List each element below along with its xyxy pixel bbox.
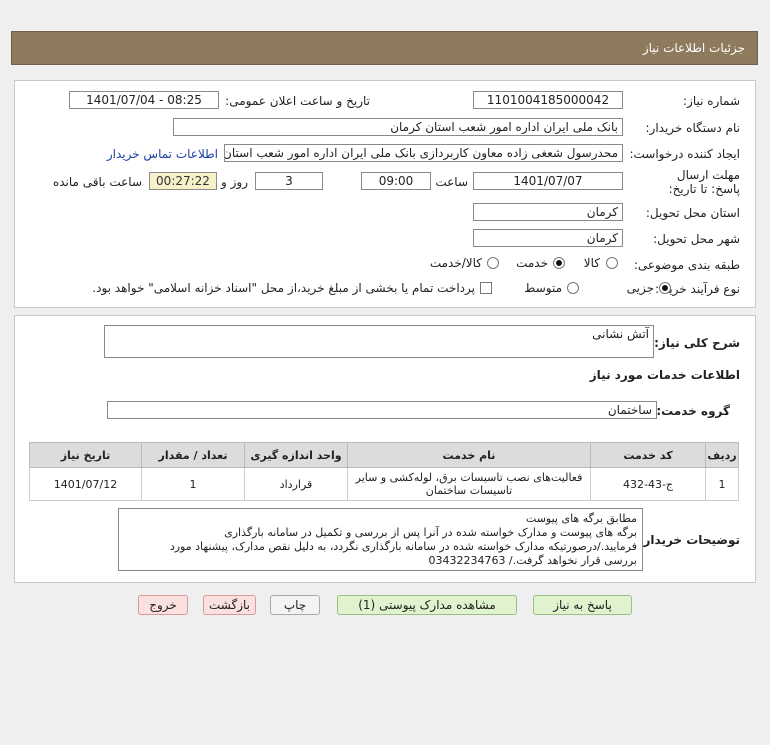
category-radio-goods-service[interactable] [487, 257, 499, 269]
reply-button[interactable]: پاسخ به نیاز [533, 595, 632, 615]
creator-field[interactable]: محدرسول شعغی زاده معاون کاربردازی بانک م… [224, 144, 623, 162]
creator-label: ایجاد کننده درخواست: [629, 147, 740, 161]
buyer-notes-line: بررسی قرار نخواهد گرفت./ 03432234763 [428, 554, 637, 567]
th-name: نام خدمت [347, 442, 591, 468]
province-field[interactable]: کرمان [473, 203, 623, 221]
deadline-date-field[interactable]: 1401/07/07 [473, 172, 623, 190]
buyer-notes-line: برگه های پیوست و مدارک خواسته شده در آنر… [224, 526, 637, 539]
exit-button[interactable]: خروج [138, 595, 188, 615]
summary-field[interactable]: آتش نشانی [104, 325, 654, 358]
cell-row: 1 [705, 467, 739, 501]
city-field[interactable]: کرمان [473, 229, 623, 247]
service-group-label: گروه خدمت: [656, 404, 730, 418]
th-date: تاریخ نیاز [29, 442, 142, 468]
process-radio-medium[interactable] [567, 282, 579, 294]
buyer-notes-box[interactable]: مطابق برگه های پیوست برگه های پیوست و مد… [118, 508, 643, 571]
th-unit: واحد اندازه گیری [244, 442, 348, 468]
page-title: جزئیات اطلاعات نیاز [642, 41, 745, 55]
th-row: ردیف [705, 442, 739, 468]
category-label: طبقه بندی موضوعی: [633, 258, 740, 272]
cell-name: فعالیت‌های نصب تاسیسات برق، لوله‌کشی و س… [347, 467, 591, 501]
deadline-label: مهلت ارسال پاسخ: تا تاریخ: [668, 168, 740, 196]
days-remaining-field[interactable]: 3 [255, 172, 323, 190]
category-radio-goods[interactable] [606, 257, 618, 269]
summary-label: شرح کلی نیاز: [654, 336, 740, 350]
treasury-payment-checkbox[interactable] [480, 282, 492, 294]
process-radio-minor[interactable] [659, 282, 671, 294]
province-label: استان محل تحویل: [645, 206, 740, 220]
buyer-org-label: نام دستگاه خریدار: [645, 121, 741, 135]
buyer-org-field[interactable]: بانک ملی ایران اداره امور شعب استان کرما… [173, 118, 623, 136]
services-section-title: اطلاعات خدمات مورد نیاز [589, 368, 740, 382]
treasury-payment-note: پرداخت تمام یا بخشی از مبلغ خرید،از محل … [92, 281, 475, 295]
days-label: روز و [221, 175, 248, 189]
buyer-notes-label: توضیحات خریدار: [638, 533, 740, 547]
announce-datetime-field[interactable]: 1401/07/04 - 08:25 [69, 91, 219, 109]
remaining-time-field[interactable]: 00:27:22 [149, 172, 217, 190]
cell-date: 1401/07/12 [29, 467, 142, 501]
need-info-panel [14, 80, 756, 308]
service-group-field[interactable]: ساختمان [107, 401, 657, 419]
announce-label: تاریخ و ساعت اعلان عمومی: [225, 94, 370, 108]
table-header-row: ردیف کد خدمت نام خدمت واحد اندازه گیری ت… [29, 442, 739, 468]
cell-unit: قرارداد [244, 467, 348, 501]
table-row[interactable]: 1 ج-43-432 فعالیت‌های نصب تاسیسات برق، ل… [29, 467, 739, 501]
category-option-service: خدمت [516, 256, 548, 270]
services-table: ردیف کد خدمت نام خدمت واحد اندازه گیری ت… [29, 442, 739, 501]
buyer-notes-line: مطابق برگه های پیوست [525, 512, 637, 525]
category-option-goods-service: کالا/خدمت [429, 256, 482, 270]
process-option-medium: متوسط [524, 281, 562, 295]
back-button[interactable]: بازگشت [203, 595, 256, 615]
th-qty: تعداد / مقدار [141, 442, 245, 468]
print-button[interactable]: چاپ [270, 595, 320, 615]
category-option-goods: کالا [583, 256, 600, 270]
th-code: کد خدمت [590, 442, 706, 468]
page-header: جزئیات اطلاعات نیاز [11, 31, 758, 65]
category-radio-service[interactable] [553, 257, 565, 269]
cell-qty: 1 [141, 467, 245, 501]
deadline-time-label: ساعت [435, 175, 468, 189]
cell-code: ج-43-432 [590, 467, 706, 501]
need-number-label: شماره نیاز: [683, 94, 740, 108]
city-label: شهر محل تحویل: [653, 232, 740, 246]
need-number-field[interactable]: 1101004185000042 [473, 91, 623, 109]
view-attachments-button[interactable]: مشاهده مدارک پیوستی (1) [337, 595, 517, 615]
process-option-minor: جزیی [626, 281, 654, 295]
deadline-time-field[interactable]: 09:00 [361, 172, 431, 190]
remaining-time-label: ساعت باقی مانده [52, 175, 142, 189]
buyer-contact-link[interactable]: اطلاعات تماس خریدار [107, 147, 218, 161]
buyer-notes-line: فرمایید./درصورتیکه مدارک خواسته شده در س… [169, 540, 637, 553]
